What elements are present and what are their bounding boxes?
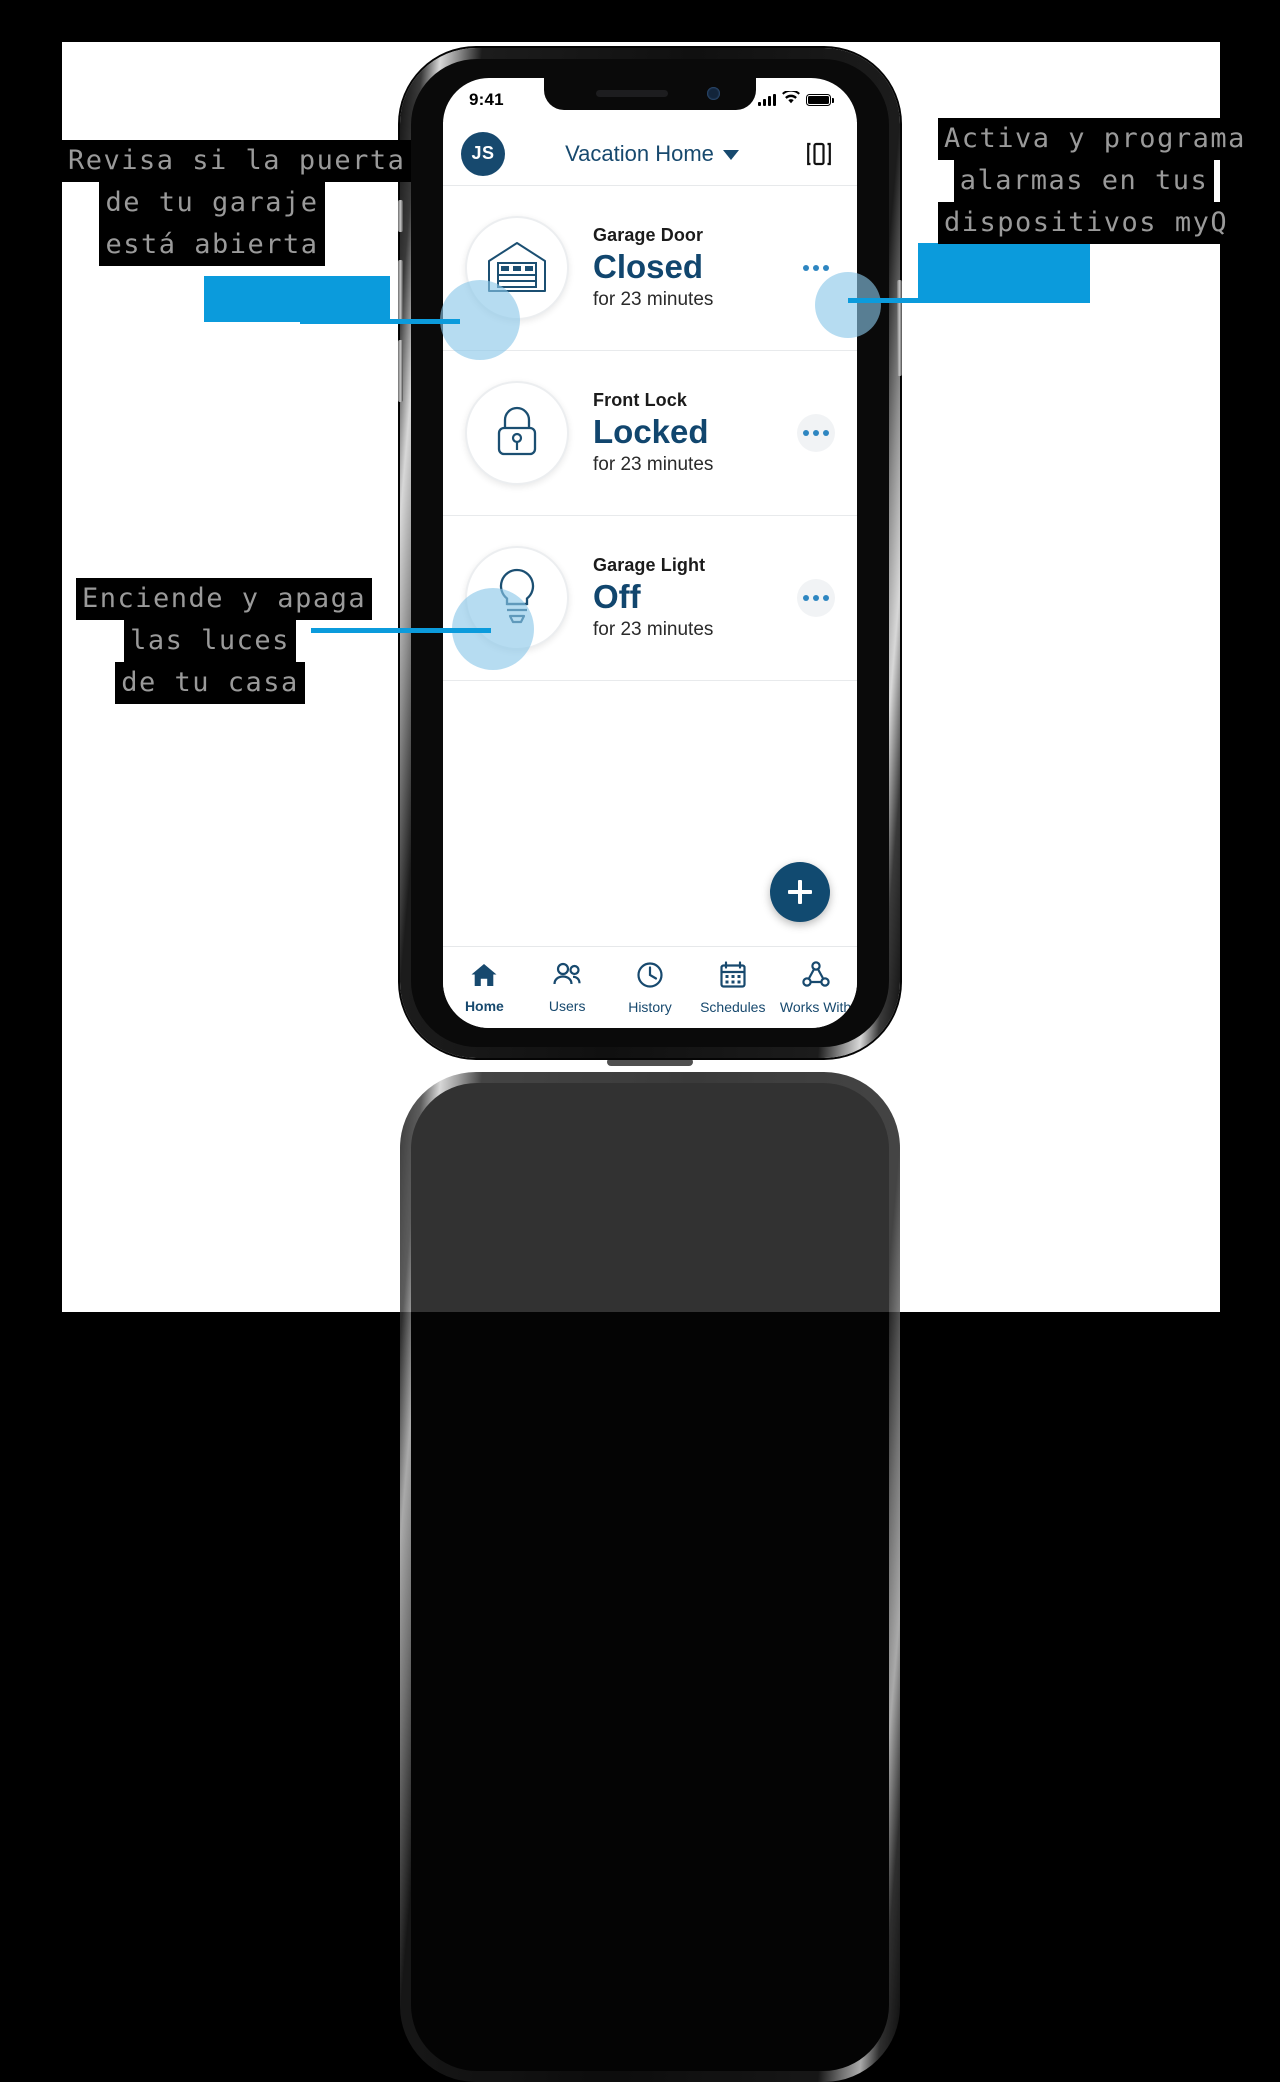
callout-line: Activa y programa	[938, 118, 1252, 160]
lock-icon	[490, 402, 544, 465]
works-with-icon	[801, 960, 830, 994]
device-duration: for 23 minutes	[593, 454, 714, 476]
users-icon	[552, 962, 582, 993]
home-selector[interactable]: Vacation Home	[505, 141, 799, 167]
callout-bar-garage-door	[204, 276, 390, 322]
phone-device: 9:41 JS Vacation Home Garage Door Closed…	[398, 48, 902, 1058]
phone-screen: 9:41 JS Vacation Home Garage Door Closed…	[443, 78, 857, 1028]
device-name: Front Lock	[593, 389, 687, 410]
home-title-label: Vacation Home	[565, 140, 714, 166]
wifi-icon	[782, 89, 800, 109]
tab-label: Home	[464, 997, 504, 1014]
device-duration: for 23 minutes	[593, 289, 714, 311]
status-time: 9:41	[469, 90, 504, 109]
device-state: Off	[593, 577, 641, 615]
device-state: Locked	[593, 412, 709, 450]
callout-line: Enciende y apaga	[76, 578, 373, 620]
backdrop-panel-step	[908, 42, 1220, 110]
phone-reflection	[400, 1058, 900, 2082]
callout-line: dispositivos myQ	[938, 202, 1235, 244]
tab-label: Schedules	[700, 998, 766, 1015]
volume-down-button[interactable]	[398, 340, 403, 402]
mute-switch[interactable]	[398, 200, 403, 232]
clock-icon	[636, 961, 664, 994]
cellular-bars-icon	[758, 94, 776, 106]
volume-up-button[interactable]	[398, 260, 403, 322]
tab-bar: Home Users History Schedules Works With	[443, 946, 857, 1028]
front-camera-icon	[707, 87, 720, 100]
notch	[544, 78, 756, 110]
callout-line: alarmas en tus	[953, 160, 1215, 202]
tab-label: Works With	[779, 998, 852, 1015]
tab-users[interactable]: Users	[526, 947, 609, 1028]
chevron-down-icon	[722, 150, 739, 160]
tab-label: Users	[548, 997, 586, 1014]
callout-garage-door: Revisa si la puerta de tu garaje está ab…	[62, 140, 412, 266]
tab-schedules[interactable]: Schedules	[691, 947, 774, 1028]
device-name: Garage Light	[593, 554, 706, 575]
device-duration: for 23 minutes	[593, 619, 714, 641]
device-info: Garage Light Off for 23 minutes	[569, 555, 797, 642]
callout-bar-alarms	[918, 243, 1090, 303]
callout-alarms: Activa y programa alarmas en tus disposi…	[938, 118, 1252, 244]
tab-works-with[interactable]: Works With	[774, 947, 857, 1028]
device-name: Garage Door	[593, 224, 704, 245]
device-icon-frame	[465, 381, 569, 485]
callout-line: las luces	[124, 620, 296, 662]
more-horizontal-icon[interactable]	[797, 414, 835, 452]
add-device-button[interactable]	[770, 862, 830, 922]
highlight-blob-more-menu	[815, 272, 881, 338]
callout-line: Revisa si la puerta	[62, 140, 412, 182]
callout-line: de tu garaje	[99, 182, 325, 224]
device-row-front-lock[interactable]: Front Lock Locked for 23 minutes	[443, 351, 857, 516]
reflection-screen	[411, 1083, 889, 2071]
callout-garage-light: Enciende y apaga las luces de tu casa	[76, 578, 373, 704]
home-icon	[470, 962, 498, 993]
battery-full-icon	[806, 94, 834, 106]
tab-label: History	[628, 998, 672, 1015]
avatar[interactable]: JS	[461, 131, 505, 176]
earpiece-speaker	[596, 90, 668, 97]
calendar-icon	[719, 960, 747, 994]
callout-line: está abierta	[99, 224, 325, 266]
device-info: Front Lock Locked for 23 minutes	[569, 390, 797, 477]
device-info: Garage Door Closed for 23 minutes	[569, 225, 797, 312]
tab-home[interactable]: Home	[443, 947, 526, 1028]
app-header: JS Vacation Home	[443, 122, 857, 186]
device-state: Closed	[593, 247, 704, 285]
status-indicators	[758, 89, 834, 109]
more-horizontal-icon[interactable]	[797, 579, 835, 617]
scan-device-icon[interactable]	[799, 141, 839, 167]
callout-line: de tu casa	[115, 662, 305, 704]
tab-history[interactable]: History	[609, 947, 692, 1028]
power-button[interactable]	[897, 280, 902, 376]
reflection-speaker	[607, 1058, 693, 1066]
